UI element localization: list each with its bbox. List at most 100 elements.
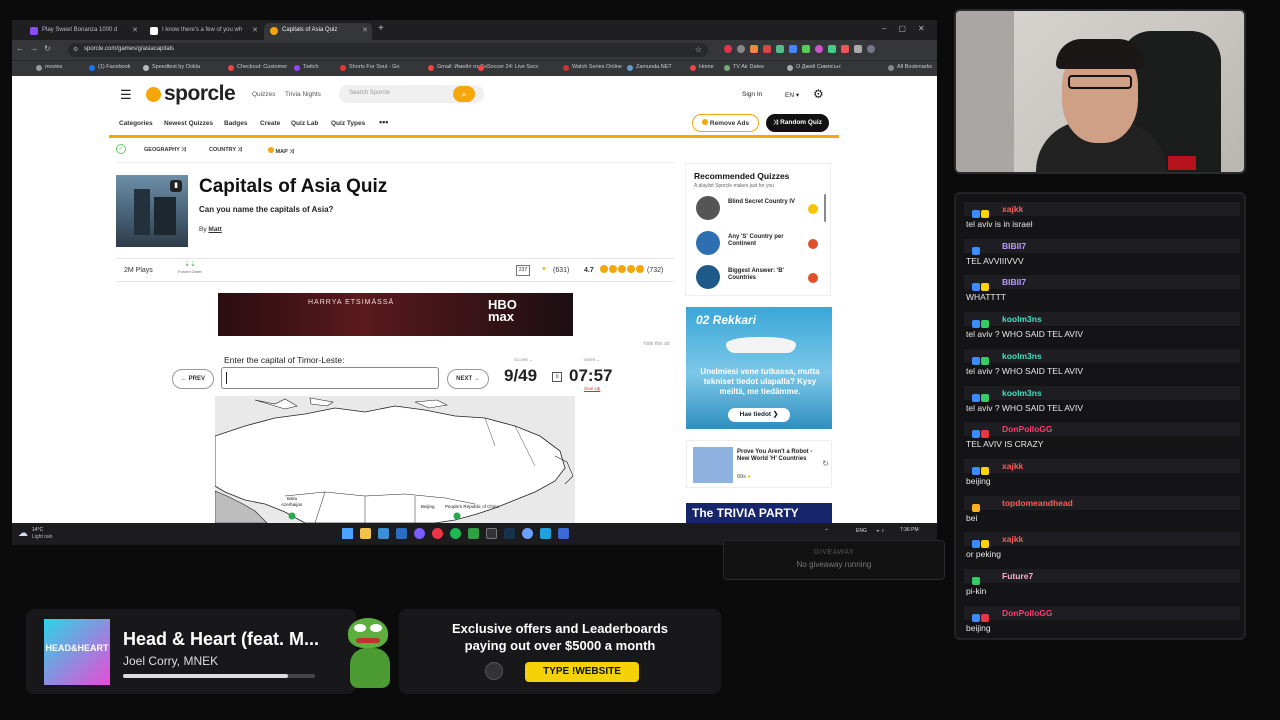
give-up-link[interactable]: Give Up xyxy=(584,386,600,391)
bookmark-item[interactable]: Shorts For Soul - Go xyxy=(340,64,399,71)
spotify-icon[interactable] xyxy=(450,528,461,539)
app-icon[interactable] xyxy=(468,528,479,539)
menu-create[interactable]: Create xyxy=(260,120,280,127)
app-icon[interactable] xyxy=(378,528,389,539)
chat-username[interactable]: DonPolloGG xyxy=(1002,424,1053,434)
star-icon[interactable] xyxy=(627,265,635,273)
language-select[interactable]: EN ▾ xyxy=(785,91,799,99)
network-volume-icon[interactable]: ◒ ♪ xyxy=(876,528,884,534)
clock-time[interactable]: 7:36 PM xyxy=(900,527,919,533)
hamburger-menu-icon[interactable]: ☰ xyxy=(120,87,132,103)
steam-icon[interactable] xyxy=(504,528,515,539)
bookmark-item[interactable]: All Bookmarks xyxy=(888,64,932,71)
tag-geography[interactable]: GEOGRAPHY ⤨ xyxy=(144,147,186,154)
close-icon[interactable]: ✕ xyxy=(132,26,138,34)
url-field[interactable]: ⚙ sporcle.com/games/g/asiacapitals ☆ xyxy=(68,43,708,57)
nav-trivia-nights[interactable]: Trivia Nights xyxy=(285,91,321,98)
tag-country[interactable]: COUNTRY ⤨ xyxy=(209,147,242,154)
bookmark-item[interactable]: Zamunda.NET xyxy=(627,64,672,71)
extension-icon[interactable] xyxy=(828,45,836,53)
bookmark-item[interactable]: (1) Facebook xyxy=(89,64,130,71)
menu-categories[interactable]: Categories xyxy=(119,120,153,127)
comments-count[interactable]: 237 xyxy=(516,265,530,276)
nav-buttons[interactable]: ←→↻ xyxy=(16,44,57,53)
app-icon[interactable] xyxy=(522,528,533,539)
menu-quiz-lab[interactable]: Quiz Lab xyxy=(291,120,318,127)
chat-username[interactable]: topdomeandhead xyxy=(1002,498,1073,508)
obs-icon[interactable] xyxy=(486,528,497,539)
bookmark-item[interactable]: О Джей Симпсън: xyxy=(787,64,841,71)
chat-username[interactable]: xajkk xyxy=(1002,204,1023,214)
settings-gear-icon[interactable]: ⚙ xyxy=(813,87,824,101)
pause-icon[interactable]: ॥ xyxy=(552,372,562,382)
recommended-item[interactable]: Blind Secret Country IV xyxy=(696,196,826,224)
bookmark-item[interactable]: Watch Series Online xyxy=(563,64,622,71)
chat-username[interactable]: koolm3ns xyxy=(1002,314,1042,324)
sign-in-link[interactable]: Sign In xyxy=(742,91,762,98)
bookmark-item[interactable]: Speedtest by Ookla xyxy=(143,64,200,71)
star-icon[interactable] xyxy=(600,265,608,273)
app-icon[interactable] xyxy=(540,528,551,539)
extension-icon[interactable] xyxy=(776,45,784,53)
recommended-item[interactable]: Biggest Answer: 'B' Countries xyxy=(696,265,826,293)
menu-quiz-types[interactable]: Quiz Types xyxy=(331,120,365,127)
menu-badges[interactable]: Badges xyxy=(224,120,247,127)
tab-reddit[interactable]: I know there's a few of you wh ✕ xyxy=(144,23,262,40)
star-icon[interactable] xyxy=(636,265,644,273)
menu-more[interactable]: ••• xyxy=(379,117,388,127)
star-icon[interactable] xyxy=(618,265,626,273)
boat-ad[interactable]: 02 Rekkari Unelmiesi vene tutkassa, mutt… xyxy=(686,307,832,429)
profile-avatar[interactable] xyxy=(867,45,875,53)
chrome-icon[interactable] xyxy=(432,528,443,539)
window-controls[interactable]: –▢✕ xyxy=(882,24,937,33)
app-icon[interactable] xyxy=(558,528,569,539)
author-link[interactable]: Matt xyxy=(208,226,221,233)
start-icon[interactable] xyxy=(342,528,353,539)
bookmark-item[interactable]: TV Air Dates xyxy=(724,64,764,71)
chat-username[interactable]: BIBII7 xyxy=(1002,241,1026,251)
menu-newest-quizzes[interactable]: Newest Quizzes xyxy=(164,120,213,127)
random-quiz-button[interactable]: ⤨ Random Quiz xyxy=(766,114,829,132)
extension-icon[interactable] xyxy=(789,45,797,53)
chat-username[interactable]: Future7 xyxy=(1002,571,1033,581)
tag-map[interactable]: MAP ⤨ xyxy=(268,147,294,156)
extension-icon[interactable] xyxy=(815,45,823,53)
favorite-icon[interactable]: ✦ xyxy=(541,265,547,273)
extension-icon[interactable] xyxy=(802,45,810,53)
file-explorer-icon[interactable] xyxy=(360,528,371,539)
scrollbar[interactable] xyxy=(824,194,826,222)
tab-capitals-quiz[interactable]: Capitals of Asia Quiz ✕ xyxy=(264,23,372,40)
discord-icon[interactable] xyxy=(414,528,425,539)
hide-ad-link[interactable]: hide this ad xyxy=(644,341,670,347)
refresh-icon[interactable]: ↻ xyxy=(822,459,829,468)
hbo-ad-banner[interactable]: HARRYA ETSIMÄSSÄ HBO max xyxy=(218,293,573,336)
bookmark-item[interactable]: Soccer 24: Live Socc xyxy=(478,64,539,71)
next-button[interactable]: NEXT → xyxy=(447,369,489,389)
site-info-icon[interactable]: ⚙ xyxy=(73,46,78,53)
bookmark-item[interactable]: movies xyxy=(36,64,62,71)
tray-chevron-icon[interactable]: ⌃ xyxy=(824,528,829,535)
new-tab-icon[interactable]: + xyxy=(378,23,384,34)
bookmark-item[interactable]: Twitch xyxy=(294,64,319,71)
search-icon[interactable]: ⌕ xyxy=(453,86,475,102)
robot-quiz-card[interactable]: Prove You Aren't a Robot - New World 'H'… xyxy=(686,440,832,488)
rating-stars[interactable] xyxy=(600,265,644,273)
chat-username[interactable]: koolm3ns xyxy=(1002,351,1042,361)
bookmark-icon[interactable]: ▮ xyxy=(170,180,182,192)
bookmark-star-icon[interactable]: ☆ xyxy=(695,45,702,54)
chat-username[interactable]: xajkk xyxy=(1002,534,1023,544)
chat-username[interactable]: DonPolloGG xyxy=(1002,608,1053,618)
answer-input[interactable] xyxy=(221,367,439,389)
recommended-item[interactable]: Any 'S' Country per Continent xyxy=(696,231,826,259)
bookmark-item[interactable]: Home xyxy=(690,64,714,71)
star-icon[interactable] xyxy=(609,265,617,273)
bookmark-item[interactable]: Checkout: Customer xyxy=(228,64,287,71)
extension-icon[interactable] xyxy=(724,45,732,53)
extension-icon[interactable] xyxy=(750,45,758,53)
chat-username[interactable]: koolm3ns xyxy=(1002,388,1042,398)
app-icon[interactable] xyxy=(396,528,407,539)
close-icon[interactable]: ✕ xyxy=(362,26,368,34)
remove-ads-button[interactable]: Remove Ads xyxy=(692,114,759,132)
chat-username[interactable]: xajkk xyxy=(1002,461,1023,471)
chat-username[interactable]: BIBII7 xyxy=(1002,277,1026,287)
